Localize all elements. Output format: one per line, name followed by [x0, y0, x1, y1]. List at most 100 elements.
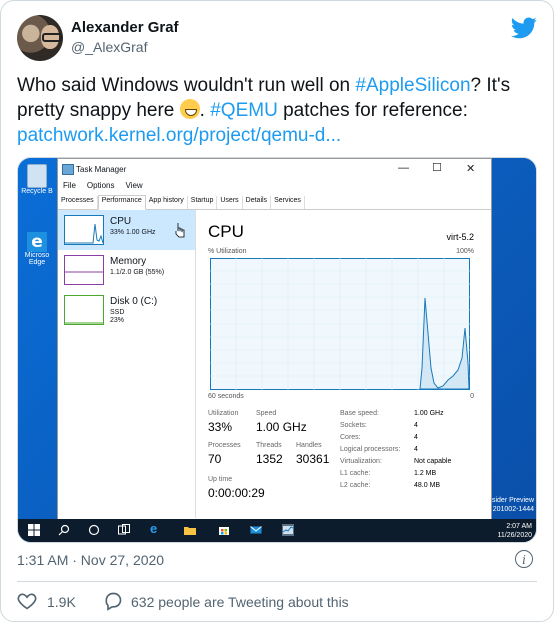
hashtag-applesilicon[interactable]: #AppleSilicon — [355, 75, 470, 96]
tweet-text-part: . — [199, 100, 211, 121]
window-title: Task Manager — [76, 165, 127, 174]
twitter-bird-icon[interactable] — [511, 17, 537, 39]
grinning-emoji-icon — [179, 99, 200, 119]
resource-detail: SSD — [110, 309, 125, 316]
author-name[interactable]: Alexander Graf — [71, 19, 179, 36]
cpu-panel: CPU virt-5.2 % Utilization 100% 60 secon… — [208, 210, 486, 510]
stat-speed: Speed 1.00 GHz — [256, 410, 307, 434]
stat-value: 1352 — [256, 452, 283, 466]
file-explorer-icon[interactable] — [184, 524, 196, 536]
stat-value: 70 — [208, 452, 222, 466]
reply-bubble-icon[interactable] — [103, 591, 123, 611]
detail-value: 4 — [414, 434, 418, 441]
divider — [17, 581, 537, 582]
search-icon[interactable] — [58, 524, 70, 536]
tab-users[interactable]: Users — [217, 196, 243, 209]
tweeting-about-link[interactable]: 632 people are Tweeting about this — [131, 594, 349, 610]
like-count[interactable]: 1.9K — [47, 594, 76, 610]
resource-name: Disk 0 (C:) — [110, 296, 158, 307]
stat-label: Threads — [256, 442, 282, 449]
author-handle[interactable]: @_AlexGraf — [71, 39, 147, 55]
heart-icon[interactable] — [17, 591, 37, 611]
windows-desktop: Recycle B e Microso Edge sider Preview 2010… — [18, 158, 536, 542]
time-axis-end: 0 — [470, 393, 474, 400]
disk-thumbnail — [64, 295, 104, 325]
tab-processes[interactable]: Processes — [58, 196, 98, 209]
preview-line2: 201002-1444 — [492, 506, 534, 513]
stat-label: Handles — [296, 442, 322, 449]
time-axis-label: 60 seconds — [208, 393, 244, 400]
resource-detail: 1.1/2.0 GB (55%) — [110, 269, 165, 276]
stat-processes: Processes 70 — [208, 442, 241, 466]
recycle-bin-label: Recycle B — [21, 188, 53, 195]
tab-app-history[interactable]: App history — [146, 196, 188, 209]
hashtag-qemu[interactable]: #QEMU — [210, 100, 278, 121]
detail-value: 1.2 MB — [414, 470, 437, 477]
patchwork-link[interactable]: patchwork.kernel.org/project/qemu-d... — [17, 125, 341, 146]
maximize-button[interactable]: ☐ — [432, 161, 442, 174]
resource-detail-2: 23% — [110, 317, 125, 324]
task-view-icon[interactable] — [118, 524, 130, 536]
cpu-model: virt-5.2 — [446, 232, 474, 242]
resource-name: CPU — [110, 216, 132, 227]
stat-label: Utilization — [208, 410, 239, 417]
cortana-icon[interactable] — [88, 524, 100, 536]
stat-value: 1.00 GHz — [256, 420, 307, 434]
detail-key: Sockets: — [340, 422, 367, 429]
stat-value: 33% — [208, 420, 233, 434]
edge-label-line2: Edge — [28, 259, 46, 266]
detail-key: Base speed: — [340, 410, 379, 417]
tweet-timestamp[interactable]: 1:31 AM · Nov 27, 2020 — [17, 552, 164, 568]
title-bar: Task Manager — ☐ ✕ — [58, 159, 491, 181]
utilization-axis-label: % Utilization — [208, 248, 247, 255]
resource-cpu[interactable]: CPU 33% 1.00 GHz — [58, 210, 195, 250]
close-button[interactable]: ✕ — [466, 162, 475, 175]
resource-memory[interactable]: Memory 1.1/2.0 GB (55%) — [58, 250, 195, 290]
task-manager-window: Task Manager — ☐ ✕ File Options View Proce… — [57, 158, 492, 520]
utilization-axis-max: 100% — [456, 248, 474, 255]
tab-startup[interactable]: Startup — [188, 196, 218, 209]
tab-performance[interactable]: Performance — [97, 195, 146, 210]
detail-row: Virtualization: Not capable — [340, 458, 451, 465]
edge-taskbar-icon[interactable]: e — [150, 522, 162, 535]
taskbar-time: 2:07 AM — [506, 523, 532, 530]
stat-value: 30361 — [296, 452, 330, 466]
insider-preview-watermark: sider Preview 201002-1444 — [492, 496, 534, 514]
resource-name: Memory — [110, 256, 147, 267]
menu-file[interactable]: File — [63, 181, 76, 190]
system-tray[interactable]: 2:07 AM 11/26/2020 — [497, 522, 532, 540]
tab-details[interactable]: Details — [243, 196, 272, 209]
detail-key: Cores: — [340, 434, 361, 441]
detail-row: Cores: 4 — [340, 434, 418, 441]
avatar[interactable] — [17, 15, 63, 61]
minimize-button[interactable]: — — [398, 162, 409, 174]
detail-value: 4 — [414, 422, 418, 429]
taskbar-date: 11/26/2020 — [497, 532, 532, 539]
mail-icon[interactable] — [250, 524, 262, 536]
detail-key: L2 cache: — [340, 482, 371, 489]
preview-line1: sider Preview — [491, 497, 534, 504]
resource-disk[interactable]: Disk 0 (C:) SSD 23% — [58, 290, 195, 330]
cpu-utilization-graph — [210, 258, 470, 390]
menu-bar: File Options View — [58, 181, 149, 190]
stat-label: Up time — [208, 476, 233, 483]
menu-options[interactable]: Options — [87, 181, 115, 190]
windows-start-icon[interactable] — [28, 524, 40, 536]
menu-view[interactable]: View — [125, 181, 142, 190]
tweet-text: Who said Windows wouldn't run well on #A… — [17, 73, 537, 148]
info-icon[interactable]: i — [515, 550, 533, 568]
stat-utilization: Utilization 33% — [208, 410, 238, 434]
edge-desktop-icon: e Microso Edge — [22, 232, 52, 266]
detail-value: Not capable — [414, 458, 452, 465]
stat-label: Processes — [208, 442, 241, 449]
edge-label-line1: Microso — [24, 252, 50, 259]
attached-screenshot[interactable]: Recycle B e Microso Edge sider Preview 2010… — [17, 157, 537, 543]
windows-taskbar: e 2:07 AM 11/26/2020 — [18, 519, 536, 542]
task-manager-taskbar-icon[interactable] — [282, 524, 294, 536]
stat-value: 0:00:00:29 — [208, 486, 265, 500]
tab-services[interactable]: Services — [271, 196, 305, 209]
cpu-heading: CPU — [208, 222, 244, 241]
detail-row: Base speed: 1.00 GHz — [340, 410, 444, 417]
store-icon[interactable] — [218, 524, 230, 536]
detail-value: 48.0 MB — [414, 482, 441, 489]
